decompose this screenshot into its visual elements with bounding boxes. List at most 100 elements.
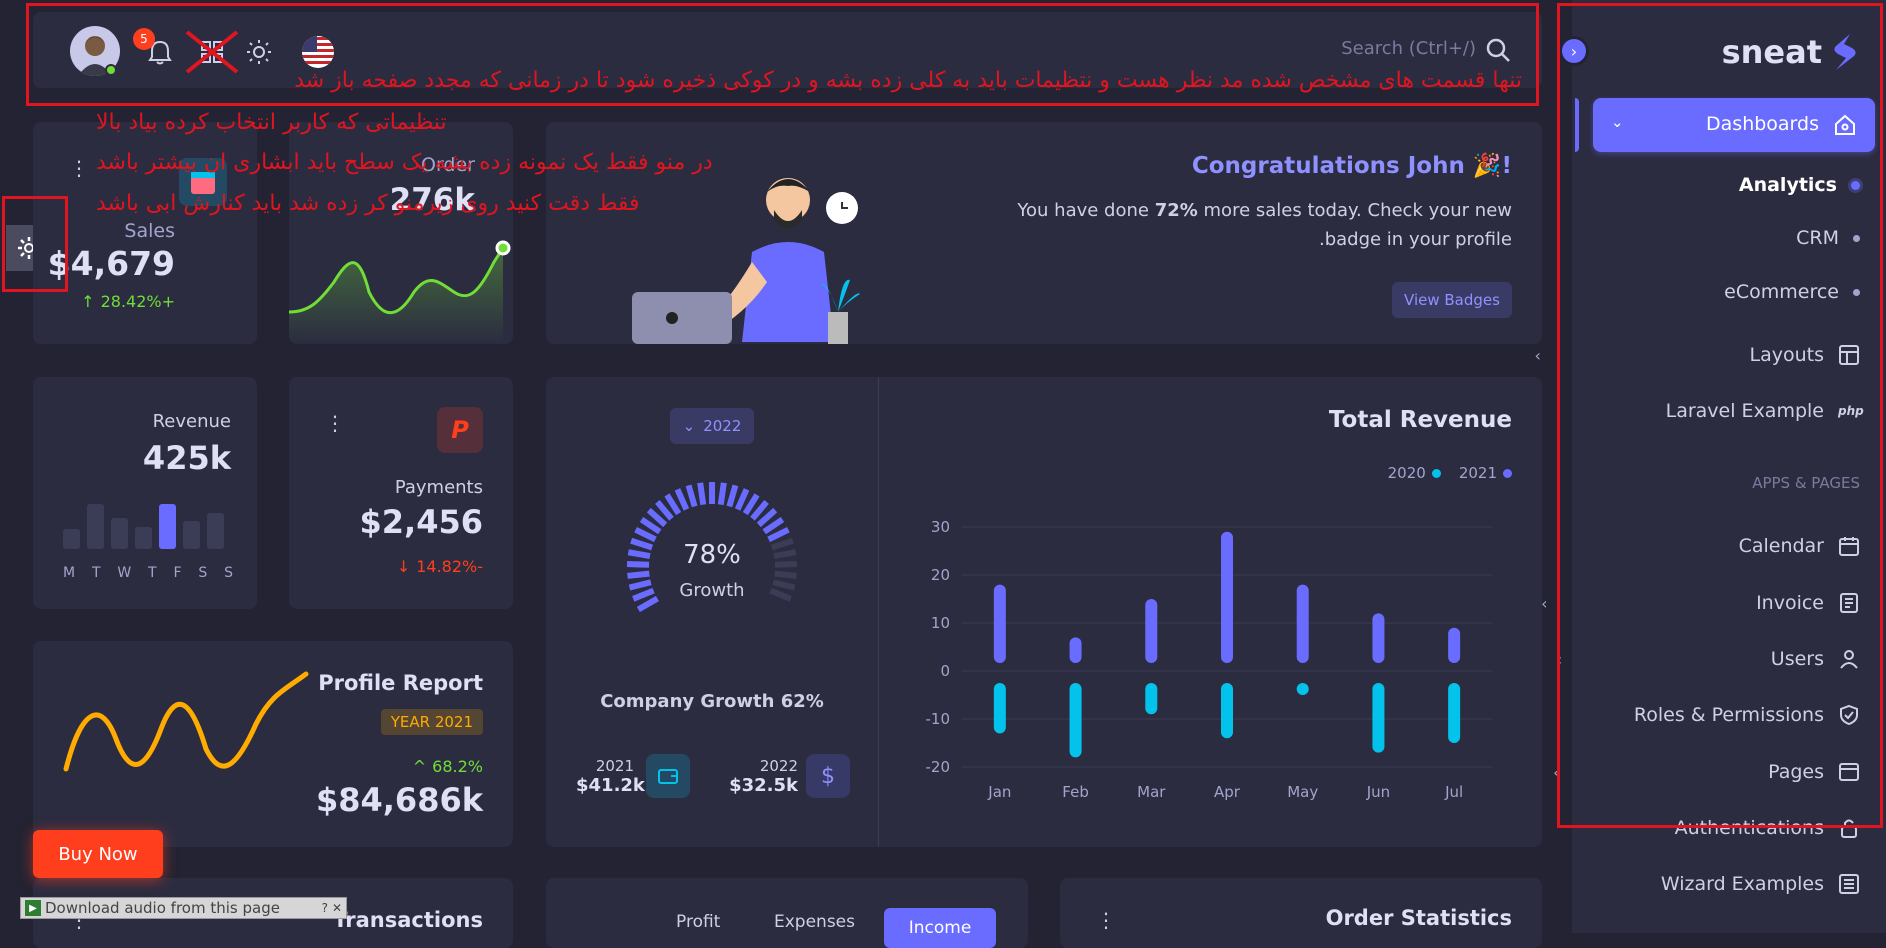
sidebar-item-crm[interactable]: CRM — [1796, 218, 1860, 258]
chevron-left-icon: ‹ — [1555, 649, 1563, 669]
bar-2020 — [1372, 683, 1385, 753]
divider — [878, 377, 879, 847]
revenue-label: Revenue — [152, 411, 231, 432]
order-statistics-card: ⋮ Order Statistics — [1060, 878, 1542, 948]
revenue-mini-bar — [63, 529, 80, 549]
revenue-day-label: F — [173, 565, 182, 581]
tab-income[interactable]: Income — [884, 908, 996, 948]
sidebar-item-roles-permissions[interactable]: ‹ Roles & Permissions — [1419, 695, 1860, 735]
section-header-apps: APPS & PAGES — [1752, 474, 1860, 492]
payments-value: $2,456 — [359, 503, 483, 541]
wallet-icon — [646, 754, 690, 798]
download-audio-bar[interactable]: ▶ Download audio from this page ? ✕ — [20, 897, 347, 919]
gauge-segment — [774, 570, 797, 579]
sales-value: $4,679 — [47, 244, 175, 283]
collapse-toggle-icon[interactable]: › — [1559, 36, 1589, 66]
chart-legend: 2020 2021 — [1388, 464, 1512, 482]
dollar-icon: $ — [806, 754, 850, 798]
revenue-day-label: T — [148, 565, 157, 581]
chevron-left-icon: ‹ — [1534, 345, 1541, 365]
sidebar-item-label: Calendar — [1738, 535, 1824, 557]
brand[interactable]: sneat — [1722, 32, 1858, 72]
home-icon — [1835, 114, 1855, 135]
buy-now-button[interactable]: Buy Now — [33, 830, 163, 878]
profile-change-value: 68.2% — [432, 757, 483, 776]
bar-2021 — [1145, 599, 1158, 663]
congrats-body-pre: You have done — [1017, 200, 1155, 221]
sidebar-item-calendar[interactable]: Calendar — [1739, 526, 1860, 566]
us-flag-icon[interactable] — [301, 35, 335, 69]
tab-expenses[interactable]: Expenses — [774, 912, 855, 932]
x-tick-label: Mar — [1137, 783, 1166, 801]
congrats-body-line2: .badge in your profile — [1318, 229, 1512, 250]
close-icon[interactable]: ✕ — [332, 901, 342, 915]
search-icon[interactable] — [1484, 36, 1512, 64]
x-tick-label: May — [1287, 783, 1318, 801]
play-icon: ▶ — [25, 900, 41, 916]
payments-label: Payments — [394, 477, 483, 498]
kebab-menu-icon[interactable]: ⋮ — [325, 411, 345, 435]
sidebar-item-wizard-examples[interactable]: ‹ Wizard Examples — [1446, 864, 1860, 904]
y-tick-label: 20 — [931, 566, 950, 584]
revenue-days: MTWTFSS — [63, 565, 233, 581]
company-growth-caption: Company Growth 62% — [600, 691, 824, 712]
revenue-mini-bar — [135, 526, 152, 549]
sidebar-item-layouts[interactable]: ‹ Layouts — [1535, 335, 1861, 375]
revenue-mini-bar — [207, 512, 224, 549]
brand-logo-icon — [1834, 34, 1856, 70]
sidebar-item-dashboards[interactable]: ⌄ Dashboards — [1593, 98, 1875, 152]
sidebar-item-laravel-example[interactable]: ‹ Laravel Example php — [1451, 391, 1864, 431]
gauge-segment — [697, 482, 707, 506]
kebab-menu-icon[interactable]: ⋮ — [69, 156, 89, 180]
sidebar-item-authentications[interactable]: ‹ Authentications — [1460, 808, 1860, 848]
php-icon: php — [1838, 404, 1864, 418]
sales-label: Sales — [124, 220, 175, 242]
year-badge: YEAR 2021 — [380, 709, 483, 735]
tab-profit[interactable]: Profit — [676, 912, 720, 932]
bar-2020 — [993, 683, 1006, 734]
active-dot-icon — [1851, 180, 1860, 190]
sidebar-item-label: Dashboards — [1706, 113, 1819, 135]
growth-2022-label: 2022 — [759, 757, 798, 775]
sidebar-item-label: eCommerce — [1724, 281, 1839, 303]
chevron-left-icon: ‹ — [1553, 762, 1560, 782]
legend-dot-icon — [1503, 468, 1512, 478]
layout-icon — [1839, 345, 1859, 365]
sidebar-item-ecommerce[interactable]: eCommerce — [1724, 272, 1860, 312]
gauge-segment — [726, 484, 739, 508]
congrats-title: Congratulations John 🎉! — [1191, 153, 1512, 179]
legend-2021: 2021 — [1459, 464, 1512, 482]
growth-label: Growth — [679, 580, 745, 601]
sidebar-item-label: Laravel Example — [1665, 400, 1824, 422]
y-tick-label: -20 — [926, 758, 951, 776]
lock-icon — [1841, 819, 1857, 838]
profile-sparkline — [63, 671, 309, 772]
profile-change: ^ 68.2% — [413, 757, 483, 776]
x-tick-label: Feb — [1062, 783, 1089, 801]
kebab-menu-icon[interactable]: ⋮ — [1096, 908, 1116, 932]
x-tick-label: Jul — [1444, 783, 1463, 801]
growth-percent: 78% — [683, 540, 741, 570]
profile-report-value: $84,686k — [315, 781, 483, 819]
chevron-down-icon: ⌄ — [1611, 113, 1624, 131]
sidebar-item-analytics[interactable]: Analytics — [1739, 165, 1860, 205]
profile-report-title: Profile Report — [318, 671, 483, 695]
bar-2020 — [1221, 683, 1233, 739]
growth-2022: 2022 $32.5k — [726, 757, 798, 796]
dot-icon — [1853, 234, 1860, 242]
year-select-button[interactable]: ⌄ 2022 — [670, 408, 754, 444]
sidebar-item-users[interactable]: ‹ Users — [1556, 639, 1860, 679]
sidebar-item-invoice[interactable]: ‹ Invoice — [1541, 583, 1860, 623]
sidebar-item-label: Roles & Permissions — [1633, 704, 1824, 726]
revenue-mini-bar — [159, 504, 176, 549]
help-icon[interactable]: ? — [322, 901, 328, 915]
profile-report-card: Profile Report YEAR 2021 ^ 68.2% $84,686k — [33, 641, 513, 847]
revenue-mini-bar — [183, 521, 200, 549]
view-badges-button[interactable]: View Badges — [1392, 282, 1512, 318]
gauge-segment — [627, 570, 650, 579]
sidebar-item-pages[interactable]: ‹ Pages — [1553, 752, 1860, 792]
search-input[interactable]: Search (Ctrl+/) — [1341, 38, 1476, 59]
sun-icon[interactable] — [245, 38, 273, 66]
revenue-mini-bar — [111, 518, 128, 549]
bar-2020 — [1448, 683, 1461, 743]
